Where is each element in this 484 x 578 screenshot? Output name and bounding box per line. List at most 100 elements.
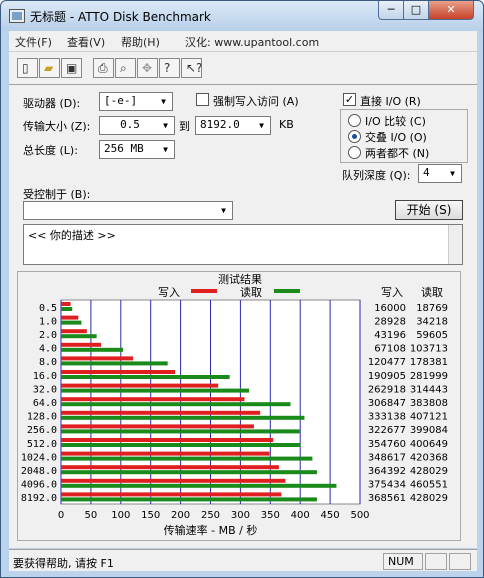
drive-select[interactable]: [-e-] ▼ xyxy=(99,92,173,111)
controlled-by-select[interactable]: ▼ xyxy=(23,201,233,220)
menu-help[interactable]: 帮助(H) xyxy=(121,34,160,50)
table-read-value: 59605 xyxy=(416,330,448,341)
close-button[interactable]: ✕ xyxy=(428,1,474,20)
queue-depth-select[interactable]: 4 ▼ xyxy=(418,164,462,183)
maximize-button[interactable]: □ xyxy=(403,1,429,20)
legend-read-label: 读取 xyxy=(240,285,262,299)
controlled-by-label: 受控制于 (B): xyxy=(23,188,91,201)
column-header-read: 读取 xyxy=(421,285,443,299)
bar-read xyxy=(61,497,317,502)
toolbar: ▯ ▰ ▣ ⎙ ⌕ ✥ ? ↖? xyxy=(9,51,477,84)
chevron-down-icon[interactable]: ▼ xyxy=(255,119,268,132)
y-tick-label: 1024.0 xyxy=(21,452,57,463)
table-write-value: 306847 xyxy=(368,398,406,409)
bar-write xyxy=(61,478,286,483)
x-tick-label: 350 xyxy=(261,510,280,521)
window-title: 无标题 - ATTO Disk Benchmark xyxy=(30,10,211,24)
x-tick-label: 0 xyxy=(58,510,64,521)
y-tick-label: 2.0 xyxy=(39,330,57,341)
bar-read xyxy=(61,307,73,311)
chevron-down-icon[interactable]: ▼ xyxy=(159,143,172,156)
total-length-label: 总长度 (L): xyxy=(23,144,78,157)
y-tick-label: 8192.0 xyxy=(21,493,57,504)
table-write-value: 348617 xyxy=(368,452,406,463)
menu-file[interactable]: 文件(F) xyxy=(15,34,52,50)
table-read-value: 428029 xyxy=(410,466,448,477)
y-tick-label: 512.0 xyxy=(27,439,57,450)
bar-read xyxy=(61,347,124,352)
io-options-group: I/O 比较 (C) 交叠 I/O (O) 两者都不 (N) xyxy=(340,109,468,163)
y-tick-label: 8.0 xyxy=(39,357,57,368)
app-window: 无标题 - ATTO Disk Benchmark ─ □ ✕ 文件(F) 查看… xyxy=(0,0,484,578)
bar-write xyxy=(61,424,254,429)
bar-read xyxy=(61,470,317,475)
overlapped-io-radio[interactable] xyxy=(348,130,361,143)
table-read-value: 314443 xyxy=(410,384,448,395)
transfer-size-label: 传输大小 (Z): xyxy=(23,120,91,133)
to-label: 到 xyxy=(179,120,190,133)
bar-read xyxy=(61,483,337,488)
transfer-to-select[interactable]: 8192.0 ▼ xyxy=(195,116,271,135)
new-icon[interactable]: ▯ xyxy=(17,58,38,78)
print-icon[interactable]: ⎙ xyxy=(93,58,114,78)
table-read-value: 178381 xyxy=(410,357,448,368)
bar-write xyxy=(61,315,79,320)
menu-localization[interactable]: 汉化: www.upantool.com xyxy=(185,34,319,50)
chart-title: 测试结果 xyxy=(218,273,262,286)
move-icon[interactable]: ✥ xyxy=(137,58,158,78)
description-scrollbar[interactable] xyxy=(448,225,462,264)
chevron-down-icon[interactable]: ▼ xyxy=(446,167,459,180)
app-icon[interactable] xyxy=(9,9,25,23)
column-header-write: 写入 xyxy=(381,286,403,299)
table-read-value: 400649 xyxy=(410,439,448,450)
bar-write xyxy=(61,329,87,334)
minimize-button[interactable]: ─ xyxy=(378,1,404,20)
chevron-down-icon[interactable]: ▼ xyxy=(217,204,230,217)
status-panel-empty xyxy=(425,553,447,570)
queue-depth-label: 队列深度 (Q): xyxy=(342,169,411,182)
chevron-down-icon[interactable]: ▼ xyxy=(157,95,170,108)
bar-read xyxy=(61,320,82,325)
status-help-text: 要获得帮助, 请按 F1 xyxy=(13,557,114,570)
io-compare-label: I/O 比较 (C) xyxy=(365,115,426,128)
io-compare-radio[interactable] xyxy=(348,114,361,127)
y-tick-label: 4.0 xyxy=(39,344,57,355)
bar-write xyxy=(61,383,219,388)
table-write-value: 190905 xyxy=(368,371,406,382)
y-tick-label: 64.0 xyxy=(33,398,57,409)
legend-read-swatch xyxy=(274,289,300,293)
menu-view[interactable]: 查看(V) xyxy=(67,34,105,50)
open-icon[interactable]: ▰ xyxy=(39,58,60,78)
table-write-value: 354760 xyxy=(368,439,406,450)
neither-label: 两者都不 (N) xyxy=(365,147,430,160)
transfer-from-select[interactable]: 0.5 ▼ xyxy=(99,116,175,135)
table-read-value: 383808 xyxy=(410,398,448,409)
y-tick-label: 4096.0 xyxy=(21,480,57,491)
table-write-value: 120477 xyxy=(368,357,406,368)
bar-write xyxy=(61,397,245,402)
menu-bar: 文件(F) 查看(V) 帮助(H) 汉化: www.upantool.com xyxy=(9,31,477,51)
total-length-select[interactable]: 256 MB ▼ xyxy=(99,140,175,159)
neither-radio[interactable] xyxy=(348,146,361,159)
context-help-icon[interactable]: ↖? xyxy=(181,58,202,78)
table-read-value: 34218 xyxy=(416,316,448,327)
bar-write xyxy=(61,302,71,306)
direct-io-checkbox[interactable]: ✓ xyxy=(343,93,356,106)
description-box[interactable]: << 你的描述 >> xyxy=(23,224,463,265)
table-write-value: 262918 xyxy=(368,384,406,395)
start-button[interactable]: 开始 (S) xyxy=(395,200,463,220)
help-icon[interactable]: ? xyxy=(159,58,180,78)
x-tick-label: 500 xyxy=(350,510,369,521)
force-write-checkbox[interactable] xyxy=(196,93,209,106)
results-panel: 测试结果 写入 读取 写入 读取 0 50 100 150 200 250 300 350 400 450 5… xyxy=(17,271,461,541)
legend-write-label: 写入 xyxy=(158,286,180,299)
save-icon[interactable]: ▣ xyxy=(61,58,82,78)
bar-write xyxy=(61,370,176,374)
bar-read xyxy=(61,402,291,407)
bar-read xyxy=(61,456,313,461)
print-preview-icon[interactable]: ⌕ xyxy=(115,58,136,78)
description-text: << 你的描述 >> xyxy=(28,229,116,242)
chevron-down-icon[interactable]: ▼ xyxy=(159,119,172,132)
table-read-value: 18769 xyxy=(416,303,448,314)
table-write-value: 322677 xyxy=(368,425,406,436)
